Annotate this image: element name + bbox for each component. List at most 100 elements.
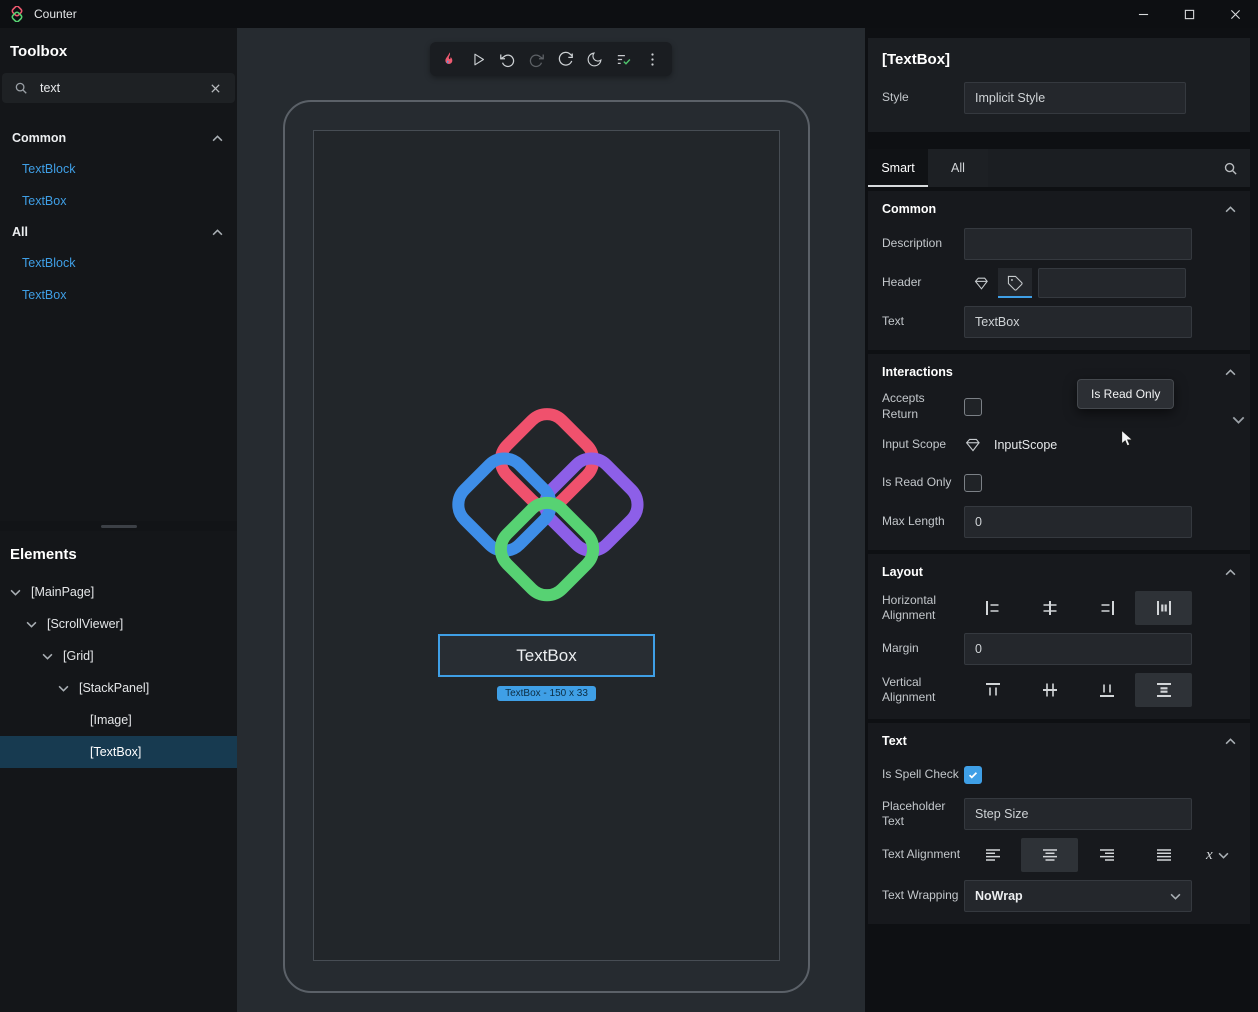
text-align-left-button[interactable] <box>964 838 1021 872</box>
chevron-down-icon[interactable] <box>58 685 69 692</box>
input-scope-value: InputScope <box>994 438 1057 452</box>
selected-textbox-element[interactable]: TextBox <box>438 634 655 677</box>
chevron-down-icon[interactable] <box>26 621 37 628</box>
close-button[interactable] <box>1212 0 1258 28</box>
text-align-center-button[interactable] <box>1021 838 1078 872</box>
tree-item-label: [MainPage] <box>31 585 94 599</box>
tab-smart[interactable]: Smart <box>868 149 928 187</box>
hot-reload-button[interactable] <box>435 45 464 73</box>
v-align-top-button[interactable] <box>964 673 1021 707</box>
header-literal-button[interactable] <box>998 268 1032 298</box>
clear-search-button[interactable] <box>207 80 223 96</box>
tree-item-mainpage[interactable]: [MainPage] <box>0 576 237 608</box>
toolbox-item-textblock[interactable]: TextBlock <box>0 247 237 279</box>
toolbox-item-textbox[interactable]: TextBox <box>0 279 237 311</box>
flame-icon <box>441 51 458 68</box>
text-input[interactable] <box>964 306 1192 338</box>
vertical-alignment-group <box>964 673 1192 707</box>
panel-splitter[interactable] <box>0 521 237 531</box>
design-canvas[interactable]: TextBox TextBox - 150 x 33 <box>237 28 865 1012</box>
section-label: All <box>12 225 28 239</box>
vertical-alignment-label: Vertical Alignment <box>882 675 964 706</box>
h-align-right-button[interactable] <box>1078 591 1135 625</box>
horizontal-alignment-group <box>964 591 1192 625</box>
minimize-button[interactable] <box>1120 0 1166 28</box>
maximize-button[interactable] <box>1166 0 1212 28</box>
titlebar: Counter <box>0 0 1258 28</box>
accepts-return-checkbox[interactable] <box>964 398 982 416</box>
redo-icon <box>528 51 545 68</box>
toolbox-item-textbox[interactable]: TextBox <box>0 185 237 217</box>
is-spell-check-label: Is Spell Check <box>882 767 964 783</box>
text-align-center-icon <box>1040 845 1060 865</box>
tab-all[interactable]: All <box>928 149 988 187</box>
max-length-input[interactable] <box>964 506 1192 538</box>
redo-button[interactable] <box>522 45 551 73</box>
chevron-down-icon[interactable] <box>42 653 53 660</box>
font-variable-glyph: x <box>1206 847 1213 864</box>
margin-label: Margin <box>882 641 964 657</box>
refresh-button[interactable] <box>551 45 580 73</box>
more-icon <box>644 51 661 68</box>
is-spell-check-checkbox[interactable] <box>964 766 982 784</box>
toolbox-title: Toolbox <box>10 43 227 60</box>
h-align-left-button[interactable] <box>964 591 1021 625</box>
more-options-button[interactable] <box>638 45 667 73</box>
h-align-stretch-button[interactable] <box>1135 591 1192 625</box>
text-align-justify-button[interactable] <box>1135 838 1192 872</box>
section-layout: Layout Horizontal Alignment Margin <box>868 554 1250 719</box>
expand-more-icon[interactable] <box>1232 416 1245 424</box>
chevron-up-icon[interactable] <box>1225 369 1236 376</box>
text-align-left-icon <box>983 845 1003 865</box>
app-logo-icon <box>9 6 25 22</box>
tree-item-textbox-selected[interactable]: [TextBox] <box>0 736 237 768</box>
style-label: Style <box>882 90 964 106</box>
text-wrapping-label: Text Wrapping <box>882 888 964 904</box>
validation-button[interactable] <box>609 45 638 73</box>
tree-item-scrollviewer[interactable]: [ScrollViewer] <box>0 608 237 640</box>
tree-item-image[interactable]: [Image] <box>0 704 237 736</box>
properties-search-button[interactable] <box>1215 153 1245 183</box>
input-scope-label: Input Scope <box>882 437 964 453</box>
header-binding-button[interactable] <box>964 268 998 298</box>
text-label: Text <box>882 314 964 330</box>
text-wrapping-value: NoWrap <box>975 889 1023 903</box>
description-input[interactable] <box>964 228 1192 260</box>
toolbox-section-common[interactable]: Common <box>0 123 237 153</box>
inspector-tabs: Smart All <box>868 149 1250 187</box>
tree-item-stackpanel[interactable]: [StackPanel] <box>0 672 237 704</box>
play-button[interactable] <box>464 45 493 73</box>
placeholder-text-input[interactable] <box>964 798 1192 830</box>
search-icon <box>14 81 28 95</box>
chevron-down-icon[interactable] <box>10 589 21 596</box>
validation-icon <box>615 51 632 68</box>
undo-button[interactable] <box>493 45 522 73</box>
header-label: Header <box>882 275 964 291</box>
device-screen[interactable]: TextBox TextBox - 150 x 33 <box>313 130 780 961</box>
tree-item-grid[interactable]: [Grid] <box>0 640 237 672</box>
is-read-only-checkbox[interactable] <box>964 474 982 492</box>
v-align-stretch-button[interactable] <box>1135 673 1192 707</box>
input-scope-control[interactable]: InputScope <box>964 436 1057 454</box>
toolbox-panel: Toolbox Common TextBlock TextBox All Tex… <box>0 28 237 521</box>
section-title: Layout <box>882 565 923 579</box>
text-wrapping-select[interactable]: NoWrap <box>964 880 1192 912</box>
style-input[interactable] <box>964 82 1186 114</box>
chevron-up-icon[interactable] <box>1225 738 1236 745</box>
text-align-right-button[interactable] <box>1078 838 1135 872</box>
header-input[interactable] <box>1038 268 1186 298</box>
toolbox-item-textblock[interactable]: TextBlock <box>0 153 237 185</box>
font-variable-dropdown[interactable]: x <box>1206 847 1229 864</box>
v-align-bottom-button[interactable] <box>1078 673 1135 707</box>
theme-toggle-button[interactable] <box>580 45 609 73</box>
chevron-up-icon[interactable] <box>1225 206 1236 213</box>
chevron-up-icon[interactable] <box>1225 569 1236 576</box>
toolbox-search[interactable] <box>2 73 235 103</box>
toolbox-search-input[interactable] <box>40 81 207 95</box>
h-align-center-button[interactable] <box>1021 591 1078 625</box>
margin-input[interactable] <box>964 633 1192 665</box>
toolbox-section-all[interactable]: All <box>0 217 237 247</box>
device-frame: TextBox TextBox - 150 x 33 <box>283 100 810 993</box>
uno-logo-image[interactable] <box>436 401 658 612</box>
v-align-center-button[interactable] <box>1021 673 1078 707</box>
